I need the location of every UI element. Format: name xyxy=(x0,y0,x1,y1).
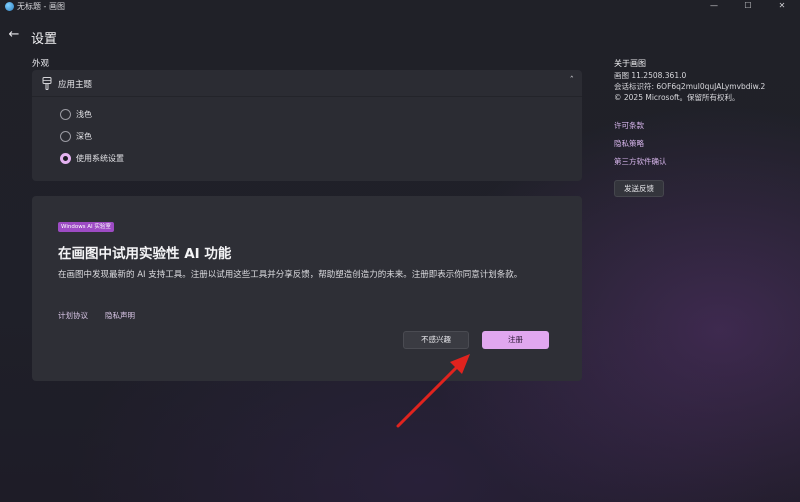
paintbrush-icon xyxy=(42,77,52,90)
license-terms-link[interactable]: 许可条款 xyxy=(614,120,644,131)
maximize-button[interactable]: ☐ xyxy=(737,0,759,14)
app-theme-title: 应用主题 xyxy=(58,80,93,90)
join-button[interactable]: 注册 xyxy=(482,331,549,349)
window-title: 无标题 - 画图 xyxy=(17,2,65,11)
privacy-policy-link[interactable]: 隐私策略 xyxy=(614,138,644,149)
radio-system-selected[interactable] xyxy=(60,153,71,164)
theme-option-label: 使用系统设置 xyxy=(76,154,124,163)
minimize-button[interactable]: — xyxy=(703,0,725,14)
copyright-text: © 2025 Microsoft。保留所有权利。 xyxy=(614,93,740,102)
appearance-section-label: 外观 xyxy=(32,59,50,69)
close-button[interactable]: ✕ xyxy=(771,0,793,14)
radio-light[interactable] xyxy=(60,109,71,120)
app-theme-header[interactable]: 应用主题 ˆ xyxy=(32,70,582,97)
app-theme-card: 应用主题 ˆ 浅色 深色 使用系统设置 xyxy=(32,70,582,181)
privacy-statement-link[interactable]: 隐私声明 xyxy=(105,310,135,321)
paint-app-icon xyxy=(5,2,14,11)
session-id: 会话标识符: 6OF6q2mul0quJALymvbdiw.2 xyxy=(614,82,766,91)
app-version: 画图 11.2508.361.0 xyxy=(614,71,687,80)
program-agreement-link[interactable]: 计划协议 xyxy=(58,310,88,321)
theme-option-label: 深色 xyxy=(76,132,92,141)
about-title: 关于画图 xyxy=(614,59,646,68)
back-arrow-icon[interactable]: ← xyxy=(6,28,22,44)
not-interested-button[interactable]: 不感兴趣 xyxy=(403,331,469,349)
ai-lab-card: Windows AI 实验室 在画图中试用实验性 AI 功能 在画图中发现最新的… xyxy=(32,196,582,381)
ai-lab-title: 在画图中试用实验性 AI 功能 xyxy=(58,246,232,262)
send-feedback-button[interactable]: 发送反馈 xyxy=(614,180,664,197)
theme-option-label: 浅色 xyxy=(76,110,92,119)
radio-dark[interactable] xyxy=(60,131,71,142)
page-title: 设置 xyxy=(31,32,58,47)
ai-lab-description: 在画图中发现最新的 AI 支持工具。注册以试用这些工具并分享反馈，帮助塑造创造力… xyxy=(58,270,523,280)
chevron-up-icon[interactable]: ˆ xyxy=(570,76,575,86)
title-bar: 无标题 - 画图 — ☐ ✕ xyxy=(0,0,800,14)
windows-ai-lab-badge: Windows AI 实验室 xyxy=(58,222,114,232)
third-party-notices-link[interactable]: 第三方软件确认 xyxy=(614,156,667,167)
